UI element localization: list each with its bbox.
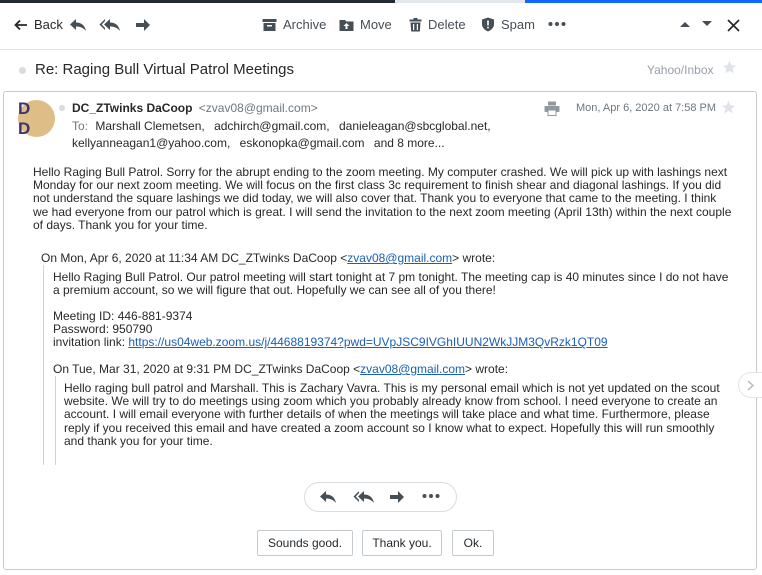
recipients-line: kellyanneagan1@yahoo.com, eskonopka@gmai… (72, 136, 445, 150)
archive-label: Archive (283, 17, 327, 32)
forward-icon (136, 19, 150, 31)
reply-all-button[interactable] (99, 18, 121, 32)
star-icon[interactable] (721, 100, 736, 115)
move-icon (339, 19, 354, 31)
delete-button[interactable]: Delete (409, 17, 466, 32)
quick-reply-button[interactable]: Sounds good. (257, 530, 353, 556)
print-icon[interactable] (544, 101, 560, 116)
more-icon[interactable] (422, 489, 440, 503)
reply-all-icon (99, 19, 120, 31)
close-button[interactable] (727, 19, 740, 32)
message-subject: Re: Raging Bull Virtual Patrol Meetings (35, 61, 295, 78)
quote-attribution-suffix: > wrote: (452, 251, 496, 265)
archive-icon (262, 18, 277, 31)
subject-row: Re: Raging Bull Virtual Patrol Meetings … (0, 49, 762, 89)
message-toolbar: Back Archive Move Delete Spam (0, 3, 762, 49)
more-icon (548, 22, 566, 26)
star-icon[interactable] (722, 60, 737, 75)
reply-icon (70, 19, 86, 31)
spam-label: Spam (501, 17, 535, 32)
previous-message-button[interactable] (679, 20, 691, 28)
recipient[interactable]: Marshall Clemetsen, (95, 119, 204, 133)
sender-name: DC_ZTwinks DaCoop (72, 101, 193, 115)
forward-icon[interactable] (389, 490, 405, 504)
expand-side-panel-button[interactable] (738, 372, 762, 398)
sender[interactable]: DC_ZTwinks DaCoop <zvav08@gmail.com> (72, 101, 318, 115)
reply-all-icon[interactable] (353, 490, 375, 504)
quote-attribution-suffix: > wrote: (465, 362, 509, 376)
back-arrow-icon (14, 19, 27, 30)
message-card: D D DC_ZTwinks DaCoop <zvav08@gmail.com>… (3, 91, 757, 570)
message-actions (304, 482, 457, 512)
message-date: Mon, Apr 6, 2020 at 7:58 PM (576, 102, 717, 114)
sender-email-link[interactable]: zvav08@gmail.com (347, 251, 452, 265)
quote-attribution: On Tue, Mar 31, 2020 at 9:31 PM DC_ZTwin… (53, 362, 508, 376)
more-recipients-link[interactable]: and 8 more... (374, 136, 445, 150)
invitation-link[interactable]: https://us04web.zoom.us/j/4468819374?pwd… (128, 335, 607, 349)
quote-attribution-prefix: On Mon, Apr 6, 2020 at 11:34 AM DC_ZTwin… (41, 251, 348, 265)
quote-attribution-prefix: On Tue, Mar 31, 2020 at 9:31 PM DC_ZTwin… (53, 362, 361, 376)
chevron-down-icon (702, 21, 712, 26)
avatar: D D (18, 99, 55, 138)
move-label: Move (360, 17, 392, 32)
recipient[interactable]: kellyanneagan1@yahoo.com, (72, 136, 230, 150)
reply-icon[interactable] (319, 490, 337, 504)
back-label: Back (34, 17, 63, 32)
invitation-label: invitation link: (53, 335, 129, 350)
quick-reply-button[interactable]: Thank you. (362, 530, 442, 556)
sender-email: <zvav08@gmail.com> (198, 101, 318, 115)
invitation-line: invitation link: https://us04web.zoom.us… (53, 336, 608, 349)
recipients-line: To: Marshall Clemetsen, adchirch@gmail.c… (72, 119, 497, 133)
recipient[interactable]: adchirch@gmail.com, (214, 119, 330, 133)
forward-button[interactable] (135, 18, 151, 32)
next-message-button[interactable] (701, 20, 713, 28)
back-button[interactable]: Back (14, 17, 63, 32)
quoted-text: Hello Raging Bull Patrol. Our patrol mee… (53, 270, 729, 298)
move-button[interactable]: Move (339, 17, 392, 32)
spam-button[interactable]: Spam (481, 17, 535, 32)
archive-button[interactable]: Archive (262, 17, 326, 32)
meeting-details: Meeting ID: 446-881-9374 Password: 95079… (53, 309, 608, 350)
reply-button[interactable] (69, 18, 87, 32)
sender-email-link[interactable]: zvav08@gmail.com (360, 362, 465, 376)
quoted-text: Hello raging bull patrol and Marshall. T… (64, 381, 720, 448)
quote-bar (43, 265, 44, 465)
chevron-up-icon (680, 22, 690, 27)
quick-reply-button[interactable]: Ok. (452, 530, 494, 556)
to-label: To: (72, 119, 89, 133)
read-indicator[interactable] (59, 105, 65, 111)
delete-label: Delete (428, 17, 466, 32)
chevron-right-icon (747, 379, 754, 391)
recipient[interactable]: eskonopka@gmail.com (240, 136, 365, 150)
shield-icon (482, 17, 494, 32)
folder-label: Yahoo/Inbox (647, 63, 714, 77)
quote-attribution: On Mon, Apr 6, 2020 at 11:34 AM DC_ZTwin… (41, 251, 495, 265)
message-body: Hello Raging Bull Patrol. Sorry for the … (33, 165, 732, 232)
close-icon (727, 19, 740, 32)
trash-icon (409, 17, 422, 31)
more-button[interactable] (548, 17, 566, 31)
recipient[interactable]: danieleagan@sbcglobal.net, (339, 119, 491, 133)
quote-bar (55, 376, 56, 465)
read-indicator[interactable] (19, 67, 26, 74)
